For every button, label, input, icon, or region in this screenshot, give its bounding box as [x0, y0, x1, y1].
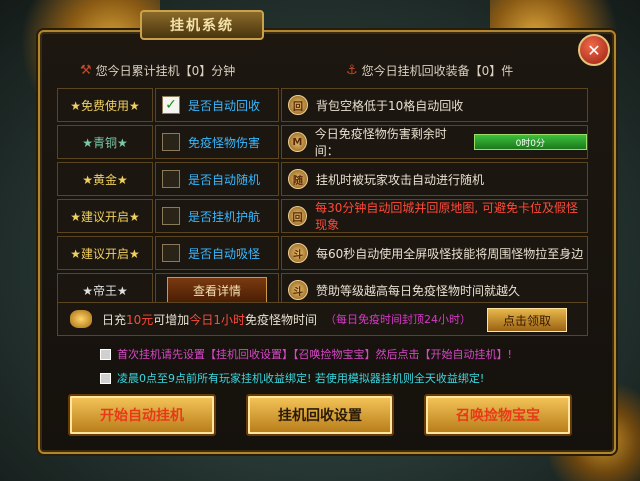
desc-cell: M 今日免疫怪物伤害剩余时间： 0时0分	[281, 125, 588, 159]
tier-label: ★黄金★	[57, 162, 153, 196]
bullet-icon	[100, 372, 111, 384]
desc-text: 背包空格低于10格自动回收	[316, 98, 464, 113]
recycle-icon: 回	[288, 95, 308, 115]
note-line: 凌晨0点至9点前所有玩家挂机收益绑定! 若使用模拟器挂机则全天收益绑定!	[100, 370, 484, 386]
desc-text: 今日免疫怪物伤害剩余时间：	[314, 127, 447, 158]
auto-random-checkbox[interactable]	[162, 170, 180, 188]
note-text: 首次挂机请先设置【挂机回收设置】【召唤捡物宝宝】然后点击【开始自动挂机】!	[117, 348, 512, 361]
fight-icon: 斗	[288, 280, 308, 300]
option-label: 是否挂机护航	[188, 209, 261, 224]
bonus-text: 日充	[102, 312, 127, 327]
recycled-items-label: 您今日挂机回收装备【0】件	[361, 64, 514, 78]
bullet-icon	[100, 348, 111, 360]
options-table: ★免费使用★ ✓ 是否自动回收 回 背包空格低于10格自动回收 ★青铜★ 免疫怪…	[57, 88, 588, 310]
auto-lure-checkbox[interactable]	[162, 244, 180, 262]
bonus-text: 可增加	[153, 312, 190, 327]
desc-cell: 回 每30分钟自动回城并回原地图, 可避免卡位及假怪现象	[281, 199, 588, 233]
gold-ingot-icon	[70, 310, 92, 328]
option-row: ★青铜★ 免疫怪物伤害 M 今日免疫怪物伤害剩余时间： 0时0分	[57, 125, 588, 159]
tier-label: ★青铜★	[57, 125, 153, 159]
desc-cell: 随 挂机时被玩家攻击自动进行随机	[281, 162, 588, 196]
scroll-icon: 随	[288, 169, 308, 189]
m-icon: M	[288, 132, 307, 152]
escort-checkbox[interactable]	[162, 207, 180, 225]
immune-damage-checkbox[interactable]	[162, 133, 180, 151]
option-row: ★黄金★ 是否自动随机 随 挂机时被玩家攻击自动进行随机	[57, 162, 588, 196]
desc-text: 赞助等级越高每日免疫怪物时间就越久	[316, 283, 521, 298]
option-row: ★免费使用★ ✓ 是否自动回收 回 背包空格低于10格自动回收	[57, 88, 588, 122]
desc-cell: 回 背包空格低于10格自动回收	[281, 88, 588, 122]
option-cell: 是否挂机护航	[155, 199, 279, 233]
option-label: 是否自动吸怪	[188, 246, 261, 261]
summon-pickup-pet-button[interactable]: 召唤捡物宝宝	[424, 394, 572, 436]
afk-minutes-stat: ⚒ 您今日累计挂机【0】分钟	[80, 62, 235, 79]
desc-cell: 斗 每60秒自动使用全屏吸怪技能将周围怪物拉至身边	[281, 236, 588, 270]
bonus-highlight: 今日1小时	[189, 312, 245, 327]
close-icon[interactable]: ✕	[578, 34, 610, 66]
desc-text: 挂机时被玩家攻击自动进行随机	[316, 172, 485, 187]
option-label: 是否自动回收	[188, 98, 261, 113]
desc-text: 每30分钟自动回城并回原地图, 可避免卡位及假怪现象	[315, 201, 578, 232]
claim-button[interactable]: 点击领取	[487, 308, 567, 332]
desc-text: 每60秒自动使用全屏吸怪技能将周围怪物拉至身边	[316, 246, 584, 261]
option-cell: 是否自动吸怪	[155, 236, 279, 270]
tier-label: ★建议开启★	[57, 236, 153, 270]
hook-icon: ⚓	[346, 63, 358, 78]
option-cell: ✓ 是否自动回收	[155, 88, 279, 122]
axe-icon: ⚒	[80, 63, 92, 78]
option-label: 是否自动随机	[188, 172, 261, 187]
note-text: 凌晨0点至9点前所有玩家挂机收益绑定! 若使用模拟器挂机则全天收益绑定!	[117, 372, 485, 385]
bonus-text: 免疫怪物时间	[244, 312, 317, 327]
immune-time-bar: 0时0分	[473, 134, 587, 150]
recycled-items-stat: ⚓ 您今日挂机回收装备【0】件	[346, 62, 513, 79]
afk-minutes-label: 您今日累计挂机【0】分钟	[95, 64, 236, 78]
bonus-limit: （每日免疫时间封顶24小时）	[324, 313, 471, 326]
option-row: ★建议开启★ 是否自动吸怪 斗 每60秒自动使用全屏吸怪技能将周围怪物拉至身边	[57, 236, 588, 270]
bonus-amount: 10元	[126, 312, 154, 327]
return-icon: 回	[288, 206, 308, 226]
option-label: 免疫怪物伤害	[188, 135, 261, 150]
view-details-button[interactable]: 查看详情	[167, 277, 267, 303]
tier-label: ★免费使用★	[57, 88, 153, 122]
note-line: 首次挂机请先设置【挂机回收设置】【召唤捡物宝宝】然后点击【开始自动挂机】!	[100, 346, 512, 362]
start-auto-afk-button[interactable]: 开始自动挂机	[68, 394, 216, 436]
window-title: 挂机系统	[140, 10, 264, 40]
auto-recycle-checkbox[interactable]: ✓	[162, 96, 180, 114]
afk-recycle-settings-button[interactable]: 挂机回收设置	[246, 394, 394, 436]
option-cell: 免疫怪物伤害	[155, 125, 279, 159]
option-cell: 是否自动随机	[155, 162, 279, 196]
tier-label: ★建议开启★	[57, 199, 153, 233]
option-row: ★建议开启★ 是否挂机护航 回 每30分钟自动回城并回原地图, 可避免卡位及假怪…	[57, 199, 588, 233]
daily-recharge-bonus: 日充 10元 可增加 今日1小时 免疫怪物时间 （每日免疫时间封顶24小时） 点…	[57, 302, 588, 336]
fight-icon: 斗	[288, 243, 308, 263]
